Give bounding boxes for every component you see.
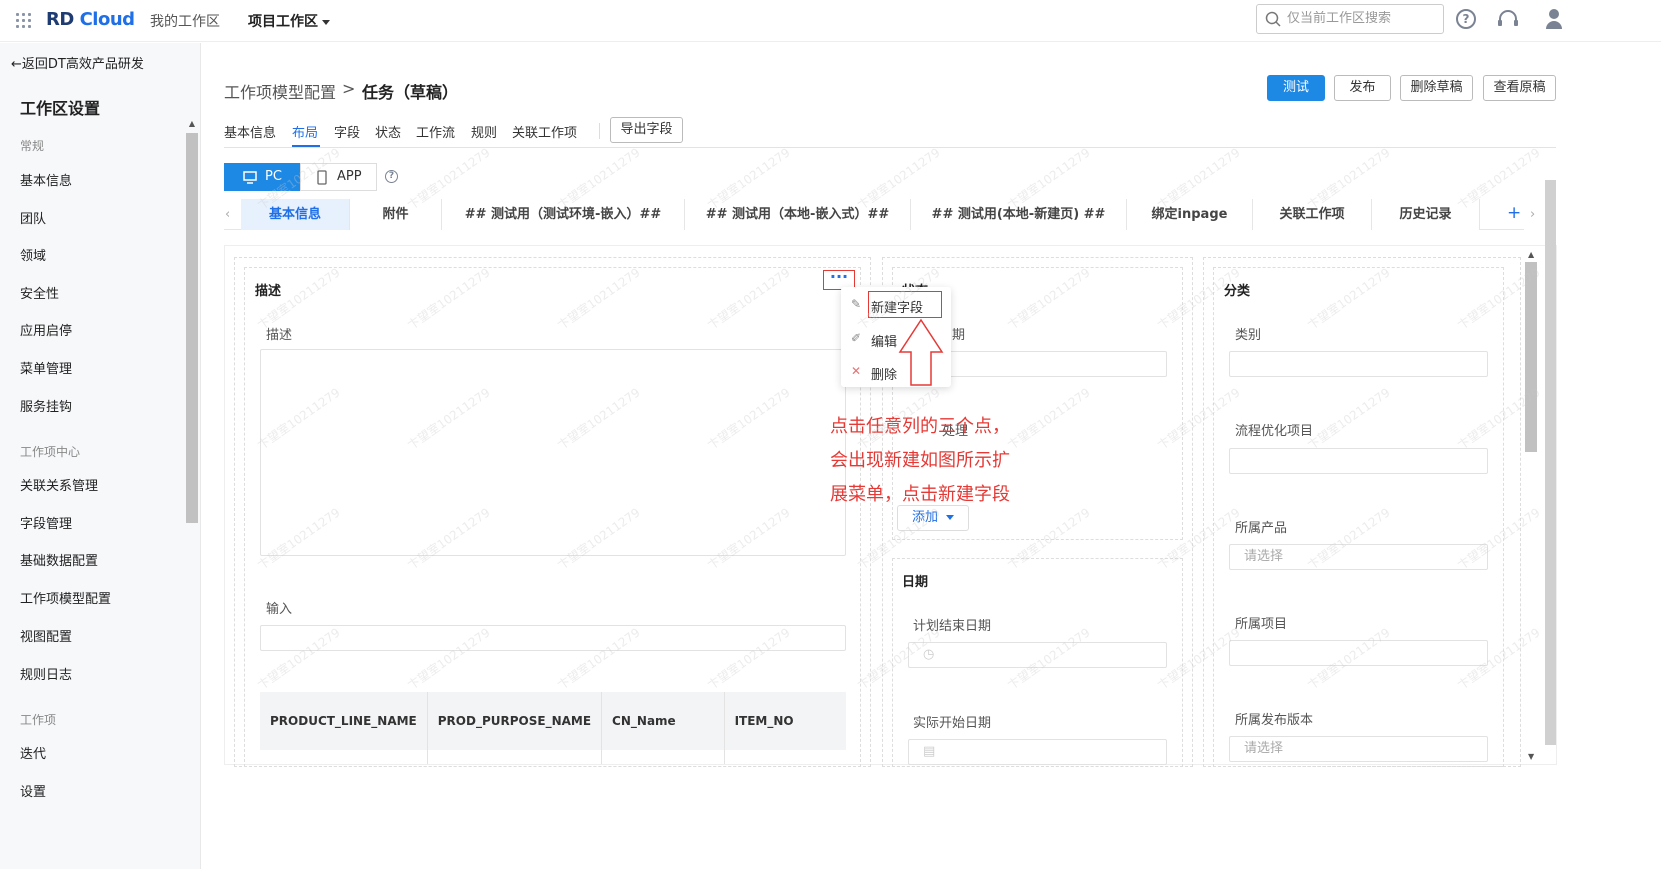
sidebar-item-settings[interactable]: 设置 <box>20 781 46 800</box>
layout-tab-attachment[interactable]: 附件 <box>350 199 442 230</box>
scroll-up-icon[interactable]: ▲ <box>1528 250 1534 259</box>
table-header: CN_Name <box>601 692 725 750</box>
scroll-down-icon[interactable]: ▼ <box>1528 752 1534 761</box>
sidebar-scrollbar[interactable] <box>186 133 198 523</box>
section-date-title: 日期 <box>902 575 929 590</box>
back-link-label: 返回DT高效产品研发 <box>21 57 144 72</box>
sidebar: ←返回DT高效产品研发 工作区设置 常规 基本信息 团队 领域 安全性 应用启停… <box>0 43 201 869</box>
add-tab-icon[interactable]: + <box>1507 203 1521 223</box>
nav-my-workspace[interactable]: 我的工作区 <box>150 11 220 31</box>
search-box[interactable] <box>1256 4 1444 34</box>
monitor-icon <box>243 171 257 184</box>
field-label-category: 类别 <box>1235 328 1262 343</box>
menu-item-edit[interactable]: 编辑 <box>871 331 897 350</box>
field-label-date-partial: 期 <box>952 328 966 343</box>
sidebar-item-model-config[interactable]: 工作项模型配置 <box>20 588 111 607</box>
menu-item-delete[interactable]: 删除 <box>871 364 897 383</box>
tab-divider <box>599 123 600 139</box>
device-app-label: APP <box>337 169 362 184</box>
sidebar-item-service-hooks[interactable]: 服务挂钩 <box>20 396 72 415</box>
sidebar-group-workitem-center: 工作项中心 <box>20 445 81 459</box>
table-header: PROD_PURPOSE_NAME <box>427 692 603 750</box>
chevron-down-icon <box>322 19 330 25</box>
search-icon <box>1265 11 1281 27</box>
table-header: PRODUCT_LINE_NAME <box>260 692 428 750</box>
export-fields-button[interactable]: 导出字段 <box>610 117 683 143</box>
scroll-up-icon[interactable]: ▲ <box>186 119 198 129</box>
help-icon[interactable]: ? <box>1456 9 1476 29</box>
app-grid-icon[interactable] <box>16 13 32 29</box>
tab-rules[interactable]: 规则 <box>471 122 497 141</box>
logo-rd: RD <box>46 9 74 30</box>
sidebar-item-app-toggle[interactable]: 应用启停 <box>20 320 72 339</box>
section-description-title: 描述 <box>255 284 282 299</box>
breadcrumb-separator: > <box>342 79 356 98</box>
publish-button[interactable]: 发布 <box>1334 75 1391 101</box>
breadcrumb-parent[interactable]: 工作项模型配置 <box>224 79 336 103</box>
tab-status[interactable]: 状态 <box>375 122 401 141</box>
sidebar-item-rule-log[interactable]: 规则日志 <box>20 664 72 683</box>
sidebar-item-menu-mgmt[interactable]: 菜单管理 <box>20 358 72 377</box>
sidebar-item-domain[interactable]: 领域 <box>20 245 46 264</box>
search-input[interactable] <box>1287 11 1437 26</box>
nav-project-workspace[interactable]: 项目工作区 <box>248 11 330 31</box>
layout-tab-inpage[interactable]: 绑定inpage <box>1127 199 1253 230</box>
close-icon: ✕ <box>851 364 862 378</box>
field-label-actual-start: 实际开始日期 <box>913 716 992 731</box>
view-original-button[interactable]: 查看原稿 <box>1483 75 1556 101</box>
sidebar-item-view-config[interactable]: 视图配置 <box>20 626 72 645</box>
chevron-down-icon <box>946 515 955 520</box>
release-select[interactable]: 请选择 <box>1229 736 1488 762</box>
sidebar-group-general: 常规 <box>20 139 45 153</box>
chevron-right-icon[interactable]: › <box>1530 207 1535 222</box>
top-bar: RD Cloud 我的工作区 项目工作区 ? <box>0 0 1661 42</box>
sidebar-item-iteration[interactable]: 迭代 <box>20 743 46 762</box>
logo[interactable]: RD Cloud <box>46 9 135 30</box>
test-button[interactable]: 测试 <box>1267 75 1325 101</box>
page-title: 任务（草稿） <box>362 83 459 102</box>
edit-square-icon: ✎ <box>851 297 862 311</box>
sidebar-item-basic-info[interactable]: 基本信息 <box>20 170 72 189</box>
page-scrollbar[interactable] <box>1545 180 1556 745</box>
sidebar-item-relations[interactable]: 关联关系管理 <box>20 475 98 494</box>
arrow-up-annotation <box>898 318 944 386</box>
sidebar-group-workitem: 工作项 <box>20 713 57 727</box>
user-icon[interactable] <box>1545 7 1563 31</box>
table-header: ITEM_NO <box>724 692 846 750</box>
product-table: PRODUCT_LINE_NAME PROD_PURPOSE_NAME CN_N… <box>260 692 846 764</box>
field-label-product: 所属产品 <box>1235 521 1288 536</box>
annotation-line-2: 会出现新建如图所示扩 <box>830 450 1010 471</box>
tabs-divider <box>224 147 1556 148</box>
actual-start-date-field[interactable]: ▤ <box>908 739 1167 765</box>
field-label-input: 输入 <box>266 602 293 617</box>
field-label-project: 所属项目 <box>1235 617 1288 632</box>
field-label-flow-project: 流程优化项目 <box>1235 424 1314 439</box>
back-link[interactable]: ←返回DT高效产品研发 <box>11 53 144 72</box>
pen-icon: ✐ <box>851 331 862 345</box>
sidebar-item-fields[interactable]: 字段管理 <box>20 513 72 532</box>
tab-workflow[interactable]: 工作流 <box>416 122 455 141</box>
sidebar-item-team[interactable]: 团队 <box>20 208 46 227</box>
device-help-icon[interactable]: ? <box>385 170 398 183</box>
calendar-icon: ▤ <box>923 744 936 759</box>
delete-draft-button[interactable]: 删除草稿 <box>1400 75 1473 101</box>
flow-project-field[interactable] <box>1229 448 1488 474</box>
logo-cloud: Cloud <box>79 9 135 30</box>
category-field[interactable] <box>1229 351 1488 377</box>
tab-fields[interactable]: 字段 <box>334 122 360 141</box>
chevron-left-icon[interactable]: ‹ <box>225 207 230 222</box>
sidebar-title: 工作区设置 <box>20 99 101 118</box>
tab-linked-items[interactable]: 关联工作项 <box>512 122 577 141</box>
nav-project-label: 项目工作区 <box>248 14 318 30</box>
canvas-scrollbar[interactable] <box>1525 262 1537 452</box>
product-select[interactable]: 请选择 <box>1229 544 1488 570</box>
annotation-line-1: 点击任意列的三个点， <box>830 416 1010 437</box>
headset-icon[interactable] <box>1497 9 1519 29</box>
field-label-release: 所属发布版本 <box>1235 713 1314 728</box>
tab-layout[interactable]: 布局 <box>292 122 318 141</box>
annotation-line-3: 展菜单，点击新建字段 <box>830 484 1010 505</box>
tab-basic-info[interactable]: 基本信息 <box>224 122 276 141</box>
sidebar-item-security[interactable]: 安全性 <box>20 283 59 302</box>
sidebar-item-base-data[interactable]: 基础数据配置 <box>20 550 98 569</box>
